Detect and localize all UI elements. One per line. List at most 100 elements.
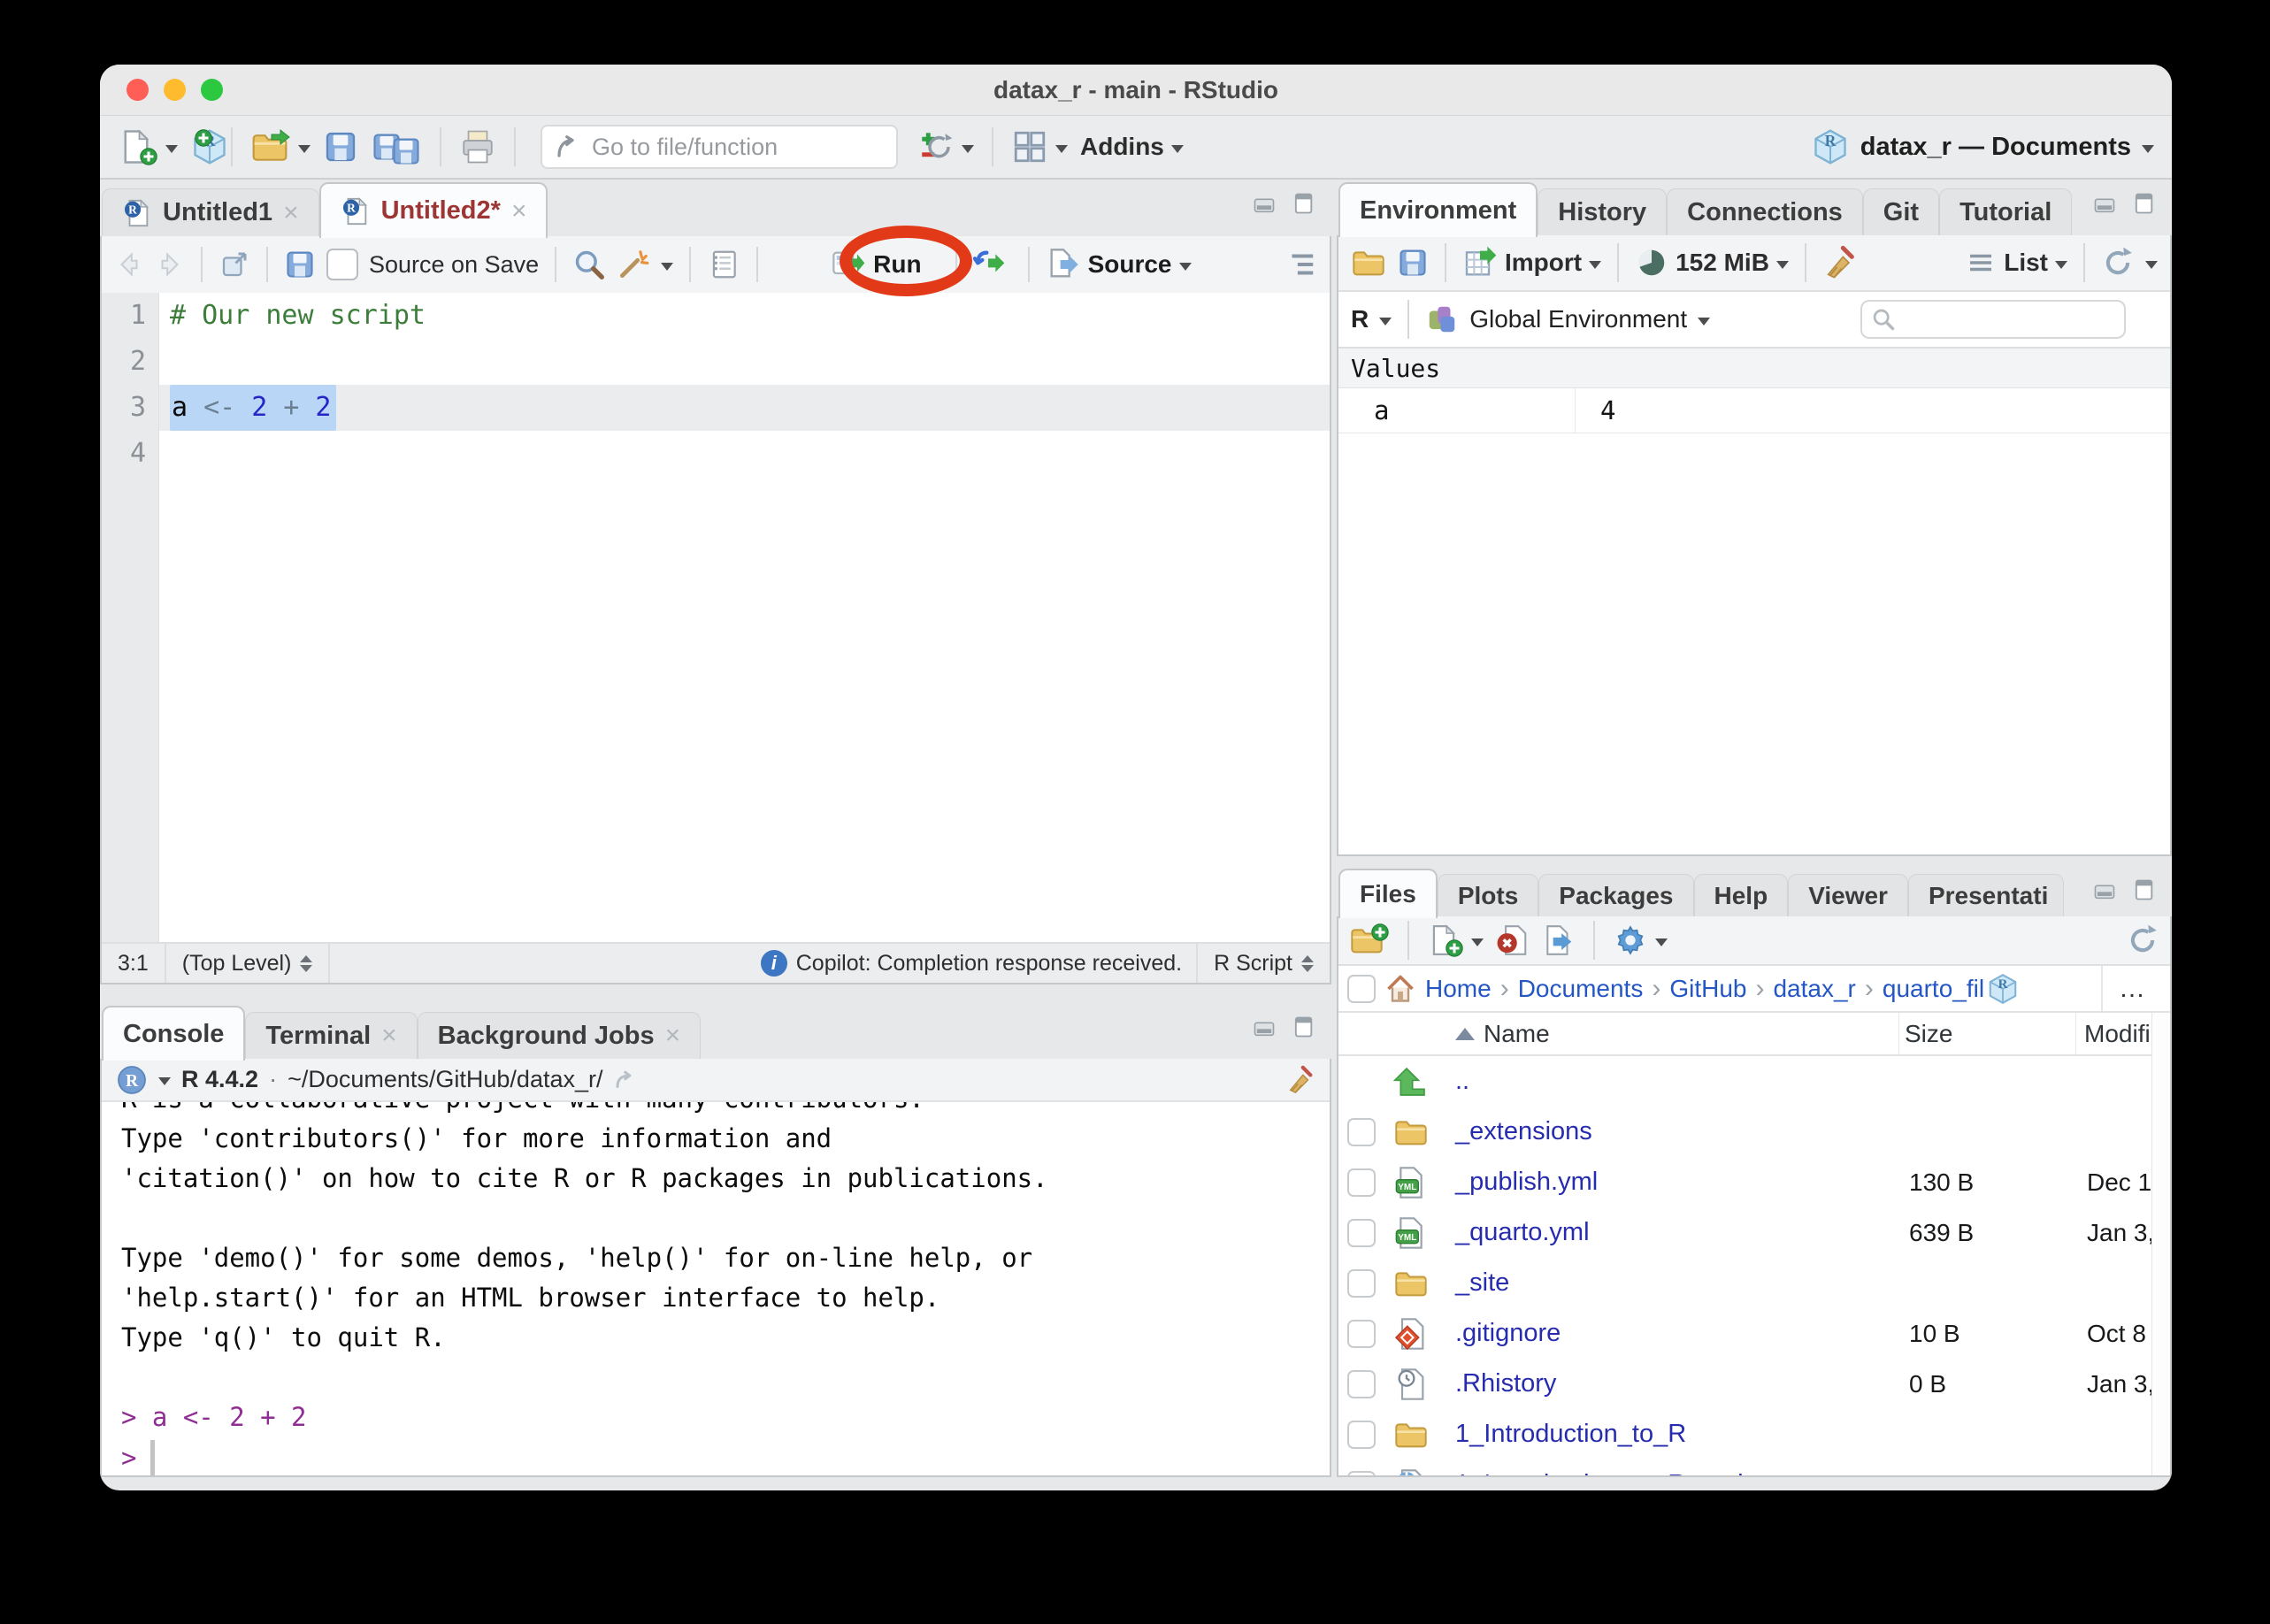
tab-packages[interactable]: Packages: [1538, 874, 1693, 916]
file-name[interactable]: .Rhistory: [1455, 1369, 1556, 1398]
outline-button[interactable]: [1284, 248, 1317, 281]
close-tab-icon[interactable]: [511, 198, 527, 225]
workspace-panes-caret[interactable]: [1055, 145, 1068, 153]
column-header-name[interactable]: Name: [1455, 1020, 1550, 1048]
file-name[interactable]: _quarto.yml: [1455, 1218, 1590, 1247]
up-directory-icon[interactable]: [1393, 1064, 1429, 1099]
file-name[interactable]: .gitignore: [1455, 1319, 1561, 1348]
import-dataset-button[interactable]: Import: [1462, 245, 1601, 280]
file-name[interactable]: _publish.yml: [1455, 1168, 1598, 1197]
file-row[interactable]: 1_Introduction_to_R.qmd 10.2 KB Jan 3: [1338, 1459, 2170, 1475]
file-row-parent[interactable]: ..: [1338, 1056, 2170, 1107]
tab-untitled2[interactable]: Untitled2*: [319, 182, 548, 238]
scope-caret[interactable]: [1698, 318, 1710, 326]
zoom-window-button[interactable]: [201, 79, 223, 101]
file-row[interactable]: YML _quarto.yml 639 B Jan 3,: [1338, 1207, 2170, 1258]
find-replace-icon[interactable]: [572, 248, 606, 281]
tab-viewer[interactable]: Viewer: [1788, 874, 1908, 916]
close-tab-icon[interactable]: [283, 200, 299, 226]
minimize-pane-icon[interactable]: [2090, 191, 2119, 216]
file-checkbox[interactable]: [1347, 1370, 1376, 1398]
file-name[interactable]: ..: [1455, 1067, 1469, 1096]
breadcrumb-quarto-files[interactable]: quarto_fil: [1883, 975, 1984, 1003]
tab-history[interactable]: History: [1538, 188, 1667, 235]
select-all-checkbox[interactable]: [1347, 975, 1376, 1003]
open-file-caret[interactable]: [298, 145, 311, 153]
minimize-pane-icon[interactable]: [1250, 191, 1278, 216]
forward-icon[interactable]: [155, 249, 185, 280]
more-file-commands-button[interactable]: [1613, 923, 1668, 958]
maximize-pane-icon[interactable]: [1289, 191, 1317, 216]
new-blank-file-button[interactable]: [1427, 923, 1484, 958]
clear-environment-broom-icon[interactable]: [1822, 245, 1858, 280]
tab-presentation[interactable]: Presentati: [1908, 874, 2064, 916]
compile-report-icon[interactable]: [707, 248, 740, 281]
tab-background-jobs[interactable]: Background Jobs: [418, 1012, 701, 1059]
tab-terminal[interactable]: Terminal: [245, 1012, 417, 1059]
file-checkbox[interactable]: [1347, 1421, 1376, 1449]
file-checkbox[interactable]: [1347, 1320, 1376, 1348]
version-control-caret[interactable]: [962, 145, 974, 153]
new-project-button[interactable]: [190, 127, 213, 166]
close-tab-icon[interactable]: [665, 1023, 681, 1049]
file-row[interactable]: _extensions: [1338, 1107, 2170, 1157]
file-checkbox[interactable]: [1347, 1168, 1376, 1197]
file-row[interactable]: YML _publish.yml 130 B Dec 1: [1338, 1157, 2170, 1207]
list-view-button[interactable]: List: [1965, 247, 2067, 279]
new-folder-button[interactable]: [1349, 923, 1390, 958]
memory-usage-button[interactable]: 152 MiB: [1635, 246, 1789, 280]
console-output[interactable]: R is a collaborative project with many c…: [102, 1102, 1330, 1475]
source-button[interactable]: Source: [1046, 247, 1192, 282]
open-file-button[interactable]: [250, 127, 311, 166]
close-tab-icon[interactable]: [381, 1023, 397, 1049]
refresh-caret[interactable]: [2145, 261, 2158, 269]
rerun-button[interactable]: [973, 247, 1012, 282]
source-on-save-checkbox[interactable]: [326, 249, 358, 280]
language-selector[interactable]: R: [1351, 305, 1369, 333]
r-logo-icon[interactable]: R: [116, 1064, 148, 1096]
language-caret[interactable]: [1379, 318, 1392, 326]
home-icon[interactable]: [1384, 973, 1416, 1005]
scope-selector[interactable]: (Top Level): [166, 944, 331, 983]
console-r-caret[interactable]: [158, 1077, 171, 1085]
maximize-pane-icon[interactable]: [2129, 877, 2158, 902]
file-row[interactable]: .gitignore 10 B Oct 8: [1338, 1308, 2170, 1359]
tab-plots[interactable]: Plots: [1438, 874, 1538, 916]
file-row[interactable]: 1_Introduction_to_R: [1338, 1409, 2170, 1459]
file-checkbox[interactable]: [1347, 1219, 1376, 1247]
environment-search-input[interactable]: [1860, 300, 2126, 339]
maximize-pane-icon[interactable]: [2129, 191, 2158, 216]
breadcrumb-home[interactable]: Home: [1425, 975, 1492, 1003]
file-type-selector[interactable]: R Script: [1196, 944, 1330, 983]
file-row[interactable]: .Rhistory 0 B Jan 3,: [1338, 1359, 2170, 1409]
files-scrollbar-track[interactable]: [2151, 1013, 2170, 1475]
open-directory-arrow-icon[interactable]: [613, 1067, 640, 1093]
list-caret[interactable]: [2055, 261, 2067, 269]
breadcrumb-datax-r[interactable]: datax_r: [1773, 975, 1855, 1003]
memory-caret[interactable]: [1776, 261, 1789, 269]
load-workspace-folder-icon[interactable]: [1351, 245, 1386, 280]
code-tools-caret[interactable]: [661, 263, 673, 271]
breadcrumb-more-button[interactable]: …: [2101, 966, 2161, 1011]
goto-file-search[interactable]: Go to file/function: [541, 125, 898, 169]
tab-tutorial[interactable]: Tutorial: [1939, 188, 2072, 235]
more-file-commands-caret[interactable]: [1655, 938, 1668, 946]
breadcrumb-documents[interactable]: Documents: [1518, 975, 1644, 1003]
file-name[interactable]: _site: [1455, 1268, 1509, 1298]
source-caret[interactable]: [1179, 263, 1192, 271]
column-header-size[interactable]: Size: [1905, 1020, 1952, 1048]
environment-scope-selector[interactable]: Global Environment: [1469, 305, 1687, 333]
environment-entry-row[interactable]: a 4: [1338, 388, 2170, 433]
copy-file-button[interactable]: [1542, 923, 1576, 957]
new-file-caret[interactable]: [165, 145, 178, 153]
file-checkbox[interactable]: [1347, 1269, 1376, 1298]
addins-button[interactable]: Addins: [1080, 133, 1184, 161]
save-icon[interactable]: [284, 249, 316, 280]
tab-untitled1[interactable]: Untitled1: [102, 188, 319, 236]
code-editor[interactable]: 1 2 3 4 # Our new script a<-2+2: [102, 293, 1330, 942]
file-row[interactable]: _site: [1338, 1258, 2170, 1308]
tab-environment[interactable]: Environment: [1338, 182, 1538, 237]
code-tools-wand-icon[interactable]: [617, 248, 650, 281]
file-checkbox[interactable]: [1347, 1118, 1376, 1146]
workspace-panes-button[interactable]: [1011, 128, 1068, 165]
